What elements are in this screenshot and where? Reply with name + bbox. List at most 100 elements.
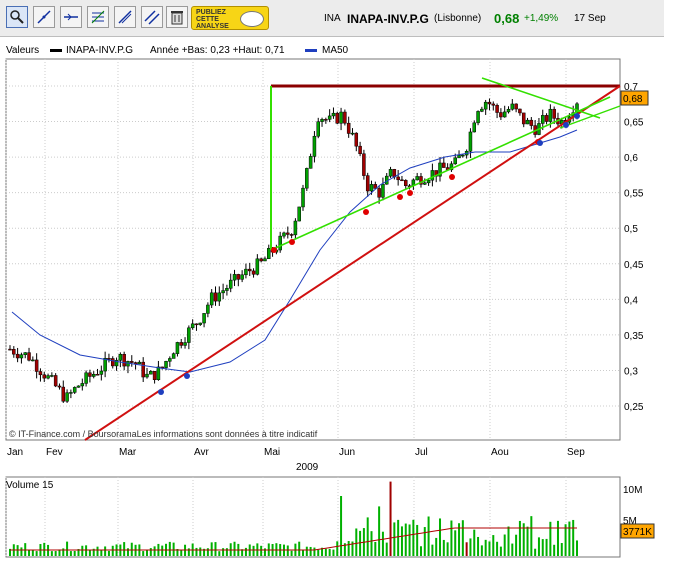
candle-body: [91, 373, 96, 377]
volume-bar: [142, 551, 145, 556]
candle-body: [491, 103, 496, 106]
candle-body: [209, 292, 214, 306]
candle-body: [502, 111, 507, 118]
volume-bar: [149, 548, 152, 556]
volume-bar: [214, 542, 217, 556]
candle-body: [8, 348, 12, 351]
price-chart[interactable]: 0,250,30,350,40,450,50,550,60,650,7 0,68…: [0, 0, 676, 565]
y-tick-label: 0,35: [624, 331, 644, 342]
candle-body: [312, 135, 317, 157]
candle-body: [179, 342, 183, 346]
candle-body: [38, 371, 43, 376]
volume-bar: [477, 536, 480, 556]
candle-body: [50, 375, 54, 377]
candle-body: [548, 108, 553, 122]
y-tick-label: 0,4: [624, 295, 638, 306]
volume-bar: [408, 524, 411, 556]
volume-bar: [473, 529, 476, 556]
candle-body: [232, 274, 237, 281]
candle-body: [388, 169, 393, 177]
x-tick-label: Mai: [264, 447, 280, 458]
volume-bar: [199, 547, 202, 556]
trend-touch-dot: [271, 247, 277, 253]
candle-body: [46, 375, 50, 379]
volume-bar: [507, 526, 510, 556]
volume-bar: [564, 524, 567, 556]
candle-body: [240, 274, 244, 280]
volume-bar: [260, 545, 263, 556]
x-tick-label: Fev: [46, 447, 63, 458]
volume-bar: [161, 545, 164, 556]
x-tick-label: Mar: [119, 447, 137, 458]
volume-bar: [381, 531, 384, 556]
y-tick-label: 0,3: [624, 366, 638, 377]
candle-body: [206, 304, 210, 314]
candle-body: [183, 342, 187, 346]
trend-touch-dot: [363, 209, 369, 215]
volume-bar: [515, 534, 518, 556]
candle-body: [141, 361, 145, 378]
candle-body: [377, 188, 381, 198]
candle-body: [350, 132, 355, 135]
volume-bar: [69, 551, 72, 556]
candle-body: [510, 103, 515, 110]
candle-body: [426, 179, 431, 184]
candle-body: [31, 359, 35, 362]
volume-bar: [553, 544, 556, 556]
trend-touch-dot: [158, 389, 164, 395]
last-price-label: 0,68: [623, 94, 643, 105]
volume-bar: [210, 542, 213, 556]
candle-body: [84, 372, 88, 384]
candle-body: [110, 358, 115, 367]
volume-bar: [43, 542, 46, 556]
candle-body: [316, 121, 320, 137]
volume-bar: [556, 520, 559, 556]
volume-bar: [568, 521, 571, 556]
candle-body: [282, 232, 286, 237]
candle-body: [149, 371, 153, 375]
candle-body: [190, 323, 195, 329]
volume-bar: [366, 517, 369, 556]
x-tick-label: Avr: [194, 447, 209, 458]
trend-touch-dot: [563, 122, 569, 128]
volume-bar: [206, 548, 209, 556]
volume-bar: [309, 546, 312, 556]
x-tick-label: Jul: [415, 447, 428, 458]
volume-bar: [225, 548, 228, 556]
volume-bar: [545, 538, 548, 556]
volume-bar: [397, 519, 400, 556]
candle-body: [72, 387, 77, 393]
volume-panel-title: Volume 15: [6, 480, 54, 491]
volume-bar: [85, 545, 88, 556]
candle-body: [53, 375, 58, 387]
candle-body: [423, 182, 427, 185]
volume-bar: [496, 541, 499, 556]
candle-body: [506, 108, 511, 113]
candle-body: [442, 162, 446, 168]
trend-touch-dot: [397, 194, 403, 200]
candle-body: [453, 157, 457, 165]
y-tick-label: 0,5: [624, 224, 638, 235]
candle-body: [175, 342, 180, 354]
volume-bar: [355, 528, 358, 556]
candle-body: [525, 119, 530, 125]
candle-body: [130, 361, 134, 363]
candle-body: [118, 354, 123, 361]
volume-bar: [218, 551, 221, 556]
x-tick-label: Sep: [567, 447, 585, 458]
volume-bar: [419, 546, 422, 556]
candle-body: [472, 122, 477, 133]
candle-body: [244, 268, 248, 276]
volume-bar: [305, 546, 308, 556]
candle-body: [518, 108, 522, 114]
volume-bar: [35, 551, 38, 556]
volume-bar: [20, 547, 23, 556]
candle-body: [415, 176, 419, 181]
candle-body: [236, 274, 241, 280]
candle-body: [57, 385, 62, 388]
volume-bar: [416, 524, 419, 556]
candle-body: [499, 112, 503, 118]
volume-bar: [222, 548, 225, 556]
candle-body: [267, 248, 271, 260]
candle-body: [354, 132, 359, 147]
